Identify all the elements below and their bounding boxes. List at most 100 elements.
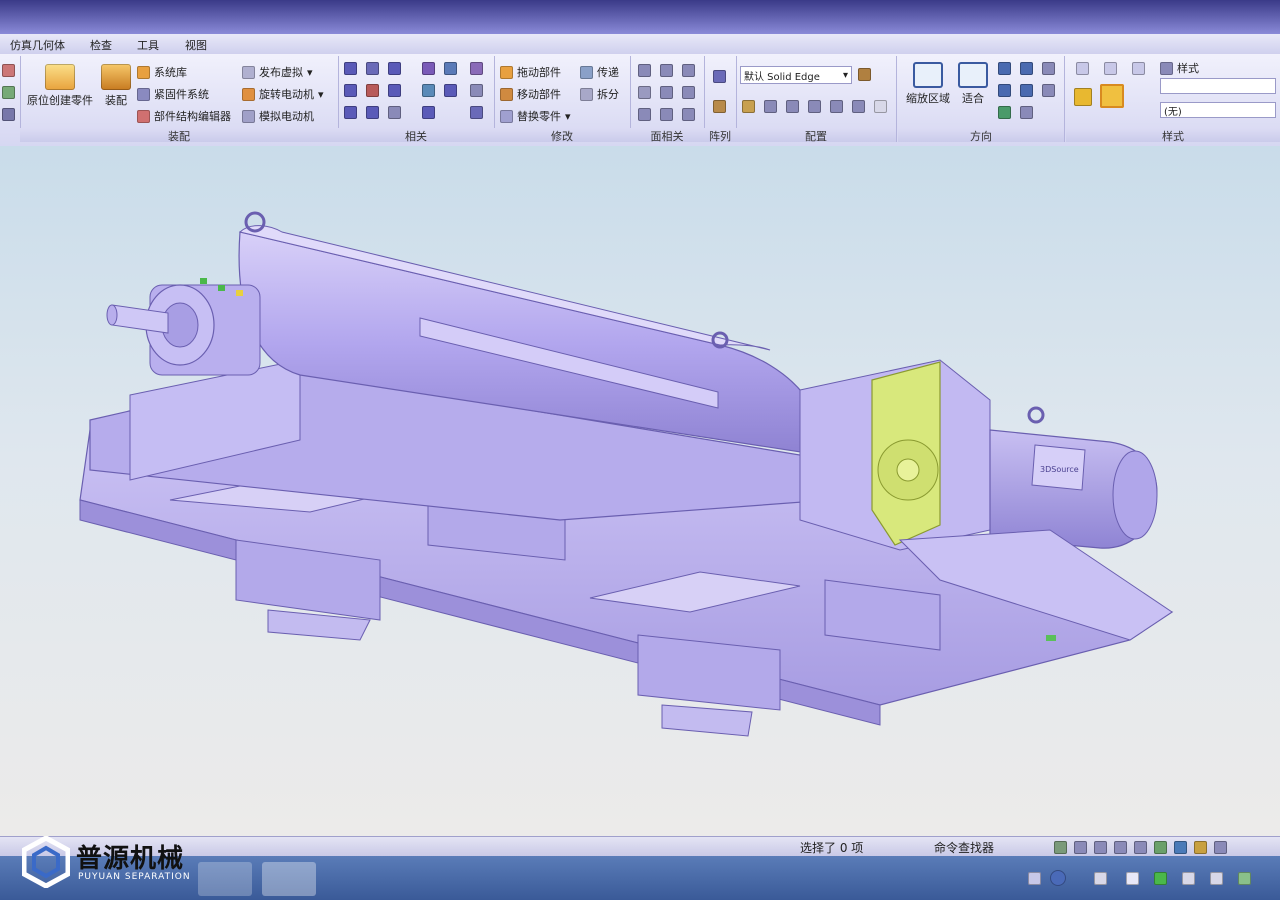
antivirus-icon[interactable] <box>1154 872 1167 885</box>
shaded-cube-icon[interactable] <box>1074 88 1092 106</box>
cube-view-icon[interactable] <box>1132 62 1145 75</box>
tray-icon[interactable] <box>1028 872 1041 885</box>
style-select[interactable] <box>1160 78 1276 94</box>
tab-view[interactable]: 视图 <box>185 37 207 53</box>
zoom-area-button[interactable]: 缩放区域 <box>902 62 954 106</box>
motor-label: 3DSource <box>1040 465 1079 474</box>
transfer-button[interactable]: 传递 <box>580 64 619 80</box>
help-icon[interactable] <box>1050 870 1066 886</box>
config-icon[interactable] <box>852 100 865 113</box>
cam-icon[interactable] <box>444 84 457 97</box>
system-library-label: 系统库 <box>154 66 187 79</box>
fit-icon[interactable] <box>1114 841 1127 854</box>
look-at-icon[interactable] <box>998 106 1011 119</box>
view-icon[interactable] <box>1174 841 1187 854</box>
command-finder[interactable]: 命令查找器 <box>934 839 994 856</box>
gear-icon[interactable] <box>422 62 435 75</box>
config-select[interactable]: 默认 Solid Edge ▾ <box>740 66 852 84</box>
status-icon[interactable] <box>1054 841 1067 854</box>
face-icon[interactable] <box>638 86 651 99</box>
create-in-place-button[interactable]: 原位创建零件 <box>24 64 96 108</box>
face-icon[interactable] <box>682 86 695 99</box>
flip-icon[interactable] <box>470 62 483 75</box>
model-viewport[interactable]: 3DSource <box>0 146 1280 836</box>
view-icon[interactable] <box>1194 841 1207 854</box>
parallel-icon[interactable] <box>388 106 401 119</box>
pattern-icon[interactable] <box>713 70 726 83</box>
shield-icon[interactable] <box>1094 872 1107 885</box>
face-icon[interactable] <box>638 64 651 77</box>
zoom-icon[interactable] <box>998 62 1011 75</box>
view-icon[interactable] <box>1042 62 1055 75</box>
align-icon[interactable] <box>366 62 379 75</box>
face-icon[interactable] <box>660 86 673 99</box>
group-label-pattern: 阵列 <box>704 128 736 143</box>
zoom-icon[interactable] <box>1094 841 1107 854</box>
mate-icon[interactable] <box>344 62 357 75</box>
tab-inspect[interactable]: 检查 <box>90 37 112 53</box>
view-icon[interactable] <box>1042 84 1055 97</box>
rotate-icon[interactable] <box>1154 841 1167 854</box>
tool-icon[interactable] <box>2 86 15 99</box>
publish-virtual-button[interactable]: 发布虚拟 ▾ <box>242 64 313 80</box>
move-part-button[interactable]: 移动部件 <box>500 86 561 102</box>
bluetooth-icon[interactable] <box>1126 872 1139 885</box>
structure-editor-button[interactable]: 部件结构编辑器 <box>137 108 231 124</box>
config-icon[interactable] <box>742 100 755 113</box>
taskbar-app-button[interactable] <box>198 862 252 896</box>
face-icon[interactable] <box>660 64 673 77</box>
fastener-system-button[interactable]: 紧固件系统 <box>137 86 209 102</box>
planar-align-icon[interactable] <box>366 84 379 97</box>
status-icon[interactable] <box>1074 841 1087 854</box>
config-icon[interactable] <box>874 100 887 113</box>
simulate-motor-button[interactable]: 模拟电动机 <box>242 108 314 124</box>
config-icon[interactable] <box>764 100 777 113</box>
face-icon[interactable] <box>638 108 651 121</box>
volume-icon[interactable] <box>1210 872 1223 885</box>
config-icon[interactable] <box>786 100 799 113</box>
tool-icon[interactable] <box>2 64 15 77</box>
rotate-icon[interactable] <box>998 84 1011 97</box>
view-icon[interactable] <box>1214 841 1227 854</box>
disperse-button[interactable]: 拆分 <box>580 86 619 102</box>
spin-icon[interactable] <box>1020 84 1033 97</box>
cube-view-icon[interactable] <box>1076 62 1089 75</box>
drag-part-label: 拖动部件 <box>517 66 561 79</box>
replace-part-button[interactable]: 替换零件 ▾ <box>500 108 571 124</box>
lock-icon[interactable] <box>470 84 483 97</box>
rigid-icon[interactable] <box>470 106 483 119</box>
pan-icon[interactable] <box>1134 841 1147 854</box>
face-icon[interactable] <box>660 108 673 121</box>
mirror-icon[interactable] <box>713 100 726 113</box>
taskbar-app-button[interactable] <box>262 862 316 896</box>
ground-icon[interactable] <box>366 106 379 119</box>
tangent-icon[interactable] <box>422 84 435 97</box>
config-manager-icon[interactable] <box>858 68 871 81</box>
cube-view-icon[interactable] <box>1104 62 1117 75</box>
connect-icon[interactable] <box>444 62 457 75</box>
rotary-motor-button[interactable]: 旋转电动机 ▾ <box>242 86 324 102</box>
shaded-edges-cube-icon[interactable] <box>1100 84 1124 108</box>
insert-icon[interactable] <box>388 62 401 75</box>
axial-align-icon[interactable] <box>344 84 357 97</box>
view-icon[interactable] <box>1020 106 1033 119</box>
tab-tools[interactable]: 工具 <box>137 37 159 53</box>
pan-icon[interactable] <box>1020 62 1033 75</box>
match-icon[interactable] <box>344 106 357 119</box>
angle-icon[interactable] <box>388 84 401 97</box>
center-plane-icon[interactable] <box>422 106 435 119</box>
tab-simulation-geometry[interactable]: 仿真几何体 <box>10 37 65 53</box>
tool-icon[interactable] <box>2 108 15 121</box>
style-value-select[interactable]: (无) <box>1160 102 1276 118</box>
fit-button[interactable]: 适合 <box>956 62 990 106</box>
face-icon[interactable] <box>682 64 695 77</box>
group-label-config: 配置 <box>736 128 896 143</box>
battery-icon[interactable] <box>1182 872 1195 885</box>
camera-icon[interactable] <box>830 100 843 113</box>
drag-part-button[interactable]: 拖动部件 <box>500 64 561 80</box>
config-icon[interactable] <box>808 100 821 113</box>
system-library-button[interactable]: 系统库 <box>137 64 187 80</box>
face-icon[interactable] <box>682 108 695 121</box>
assemble-button[interactable]: 装配 <box>96 64 136 108</box>
network-icon[interactable] <box>1238 872 1251 885</box>
